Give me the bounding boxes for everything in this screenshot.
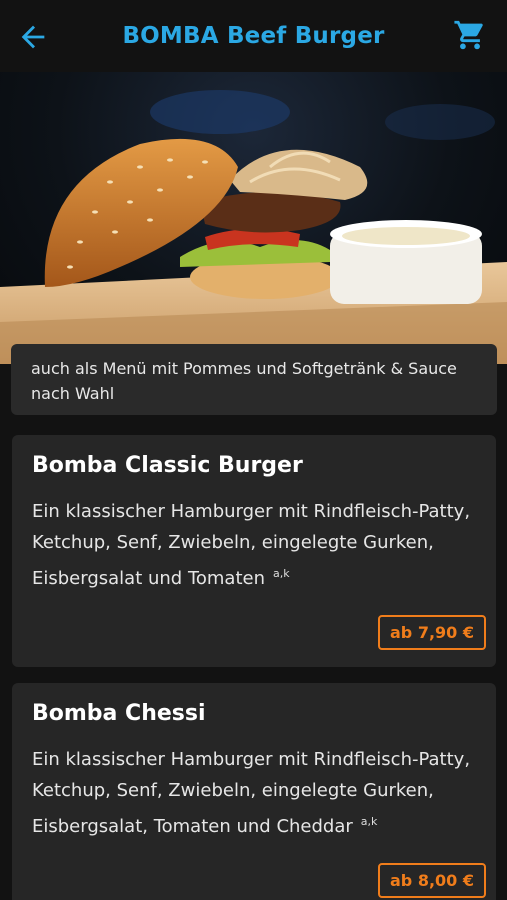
menu-info-card: auch als Menü mit Pommes und Softgetränk… xyxy=(11,344,497,415)
shopping-cart-icon xyxy=(454,20,483,50)
page-title: BOMBA Beef Burger xyxy=(122,23,385,49)
price-button[interactable]: ab 7,90 € xyxy=(378,615,486,650)
cart-button[interactable] xyxy=(453,18,487,52)
item-name: Bomba Chessi xyxy=(32,701,206,726)
item-name: Bomba Classic Burger xyxy=(32,453,303,478)
item-description: Ein klassischer Hamburger mit Rindfleisc… xyxy=(32,501,471,589)
burger-photo xyxy=(0,72,507,364)
top-app-bar: BOMBA Beef Burger xyxy=(0,0,507,72)
back-button[interactable] xyxy=(16,20,50,54)
allergen-codes: a,k xyxy=(360,815,378,828)
arrow-left-icon xyxy=(21,25,45,49)
allergen-codes: a,k xyxy=(273,567,290,580)
item-description: Ein klassischer Hamburger mit Rindfleisc… xyxy=(32,749,471,837)
price-button[interactable]: ab 8,00 € xyxy=(378,863,486,898)
menu-info-text: auch als Menü mit Pommes und Softgetränk… xyxy=(31,359,457,403)
menu-item-card[interactable]: Bomba Classic Burger Ein klassischer Ham… xyxy=(12,435,496,667)
menu-item-card[interactable]: Bomba Chessi Ein klassischer Hamburger m… xyxy=(12,683,496,900)
